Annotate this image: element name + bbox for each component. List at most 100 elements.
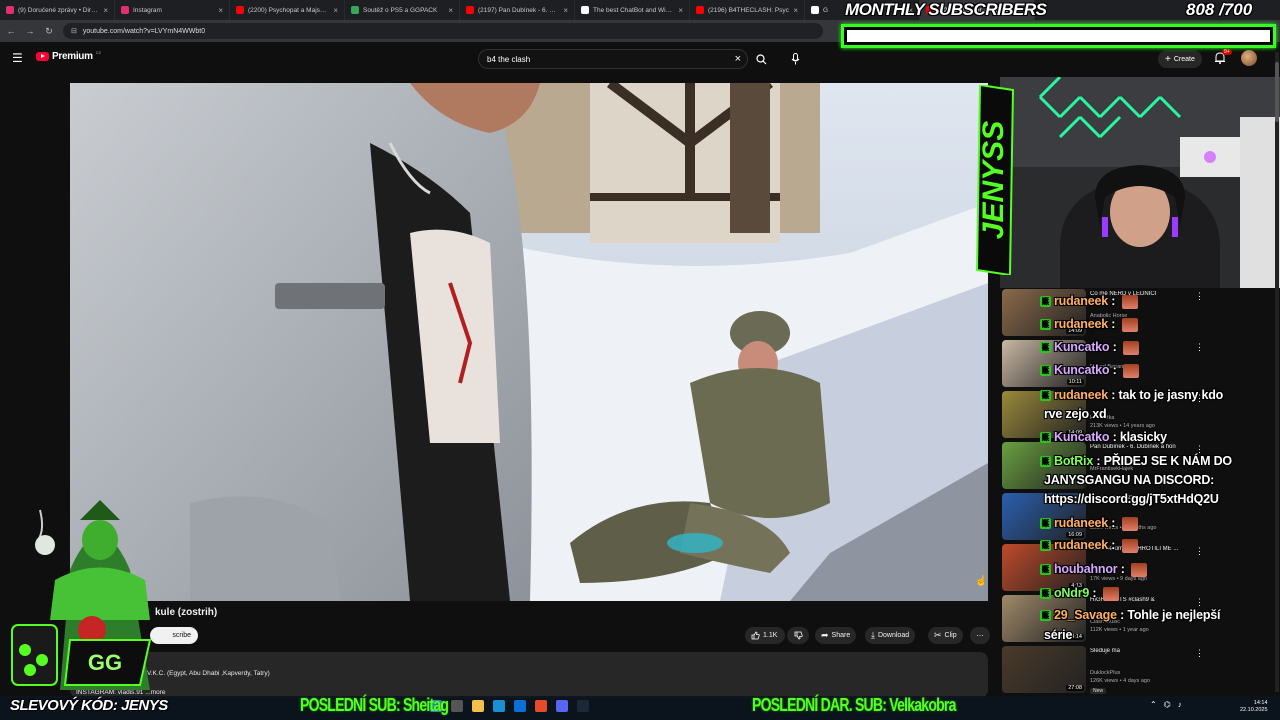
kick-badge-icon: K xyxy=(1040,390,1051,402)
chat-username: Kuncatko xyxy=(1054,363,1110,377)
kick-badge-icon: K xyxy=(1040,564,1051,576)
recommendation-title[interactable]: Pan Dubínek - 6. Dubínek a hon xyxy=(1090,444,1190,450)
bottom-ticker xyxy=(0,696,1280,720)
recommendation-title[interactable]: Sleduje ma xyxy=(1090,648,1190,654)
browser-tab-bar: (9) Doručené zprávy • Direct × Instagram ×(… xyxy=(0,0,1280,20)
recommendation-views: 112K views • 1 year ago xyxy=(1090,627,1149,633)
chat-message: K 29_Savage : Tohle je nejlepší xyxy=(1040,608,1220,622)
more-vertical-icon[interactable]: ⋮ xyxy=(1195,291,1204,302)
chat-separator: : xyxy=(1089,586,1100,600)
url-field[interactable]: ⊟ youtube.com/watch?v=LVYmN4WWbt0 xyxy=(63,23,823,39)
browser-tab[interactable]: (2197) Pan Dubínek - 6. Dubí × xyxy=(460,0,575,20)
close-tab-icon[interactable]: × xyxy=(563,6,568,15)
forward-icon[interactable]: → xyxy=(25,26,35,36)
volume-icon[interactable]: ♪ xyxy=(1178,700,1182,709)
page-scrollbar[interactable] xyxy=(1275,52,1279,692)
close-tab-icon[interactable]: × xyxy=(678,6,683,15)
outlook-icon[interactable] xyxy=(514,700,526,712)
chat-message: Krudaneek : xyxy=(1040,538,1138,553)
like-button[interactable]: 1.1K xyxy=(745,627,785,644)
back-icon[interactable]: ← xyxy=(6,26,16,36)
chat-separator: : xyxy=(1109,363,1120,377)
download-icon: ⤓ xyxy=(871,630,875,640)
close-tab-icon[interactable]: × xyxy=(448,6,453,15)
tab-favicon-icon xyxy=(351,6,359,14)
more-vertical-icon[interactable]: ⋮ xyxy=(1195,342,1204,353)
description-line: (Egypt, Abu Dhabi ,Kapverdy, Tatry) xyxy=(167,670,270,677)
search-input[interactable]: b4 the clash × xyxy=(478,49,748,69)
chat-emote-icon xyxy=(1121,538,1138,553)
recommendation-item[interactable]: 27:08 Sleduje ma DuklockPlus 126K views • 4… xyxy=(1002,646,1280,696)
monthly-subs-progress xyxy=(841,24,1276,48)
chat-username: rudaneek xyxy=(1054,294,1108,308)
dislike-button[interactable] xyxy=(787,627,809,644)
edge-icon[interactable] xyxy=(493,700,505,712)
close-tab-icon[interactable]: × xyxy=(103,6,108,15)
screen: (9) Doručené zprávy • Direct × Instagram ×(… xyxy=(0,0,1280,720)
file-explorer-icon[interactable] xyxy=(472,700,484,712)
close-tab-icon[interactable]: × xyxy=(793,6,798,15)
search-value: b4 the clash xyxy=(487,54,531,64)
close-tab-icon[interactable]: × xyxy=(218,6,223,15)
tab-favicon-icon xyxy=(581,6,589,14)
share-label: Share xyxy=(831,632,851,639)
account-avatar[interactable] xyxy=(1241,50,1257,66)
system-tray: ⌃ ⌬ ♪ xyxy=(1150,700,1182,709)
reload-icon[interactable]: ↻ xyxy=(44,26,54,37)
discord-icon[interactable] xyxy=(556,700,568,712)
recommendation-channel[interactable]: DuklockPlus xyxy=(1090,670,1120,676)
kick-badge-icon: K xyxy=(1040,518,1051,530)
search-button[interactable] xyxy=(750,49,772,69)
video-thumbnail[interactable]: 27:08 xyxy=(1002,646,1086,693)
chat-text: https://discord.gg/jT5xtHdQ2U xyxy=(1044,492,1219,506)
kick-badge-icon: K xyxy=(1040,588,1051,600)
download-button[interactable]: ⤓ Download xyxy=(865,627,916,644)
tab-favicon-icon xyxy=(696,6,704,14)
close-tab-icon[interactable]: × xyxy=(333,6,338,15)
like-count: 1.1K xyxy=(763,632,778,639)
more-vertical-icon[interactable]: ⋮ xyxy=(1195,648,1204,659)
taskbar-icons xyxy=(430,700,589,712)
kick-badge-icon: K xyxy=(1040,342,1051,354)
voice-search-button[interactable] xyxy=(785,49,805,69)
banner-text: JENYSS xyxy=(977,121,1010,239)
webcam-frame xyxy=(1000,77,1280,288)
tab-label: (2200) Psychopat a Majsner v xyxy=(248,6,330,14)
site-info-icon[interactable]: ⊟ xyxy=(71,27,77,35)
chevron-up-icon[interactable]: ⌃ xyxy=(1150,700,1157,709)
more-actions-button[interactable]: ⋯ xyxy=(970,627,990,644)
video-player[interactable] xyxy=(70,83,988,601)
kick-badge-icon: K xyxy=(1040,540,1051,552)
chat-username: Kuncatko xyxy=(1054,340,1110,354)
share-button[interactable]: ➦ Share xyxy=(815,627,857,644)
browser-tab[interactable]: (9) Doručené zprávy • Direct × xyxy=(0,0,115,20)
network-icon[interactable]: ⌬ xyxy=(1164,700,1171,709)
opera-icon[interactable] xyxy=(535,700,547,712)
clock-date: 22.10.2025 xyxy=(1240,707,1268,713)
browser-tab[interactable]: Soutěž o PS5 a GGPACK × xyxy=(345,0,460,20)
taskview-icon[interactable] xyxy=(451,700,463,712)
browser-tab[interactable]: (2200) Psychopat a Majsner v × xyxy=(230,0,345,20)
recommendation-views: 126K views • 4 days ago xyxy=(1090,678,1151,684)
subscribe-label: scribe xyxy=(172,632,191,639)
chat-message: https://discord.gg/jT5xtHdQ2U xyxy=(1044,492,1219,506)
booster-mascot-image: GG xyxy=(11,500,152,690)
youtube-premium-logo[interactable]: Premium CZ xyxy=(36,50,101,62)
chat-separator: : xyxy=(1107,317,1119,331)
taskbar-clock[interactable]: 14:14 22.10.2025 xyxy=(1240,700,1268,714)
clip-button[interactable]: ✂ Clip xyxy=(928,627,963,644)
tab-favicon-icon xyxy=(121,6,129,14)
steam-icon[interactable] xyxy=(577,700,589,712)
browser-tab[interactable]: The best ChatBot and Widge × xyxy=(575,0,690,20)
chat-message: rve zejo xd xyxy=(1044,407,1107,421)
browser-tab[interactable]: (2196) B4THECLASH: Psyc × xyxy=(690,0,805,20)
kick-badge-icon: K xyxy=(1040,319,1051,331)
more-vertical-icon[interactable]: ⋮ xyxy=(1195,546,1204,557)
hamburger-menu-icon[interactable]: ☰ xyxy=(12,52,24,64)
more-vertical-icon[interactable]: ⋮ xyxy=(1195,597,1204,608)
create-button[interactable]: + Create xyxy=(1158,50,1202,68)
browser-tab[interactable]: Instagram × xyxy=(115,0,230,20)
clear-search-icon[interactable]: × xyxy=(735,53,741,65)
tab-favicon-icon xyxy=(236,6,244,14)
monthly-subs-title: MONTHLY SUBSCRIBERS xyxy=(845,0,1047,19)
